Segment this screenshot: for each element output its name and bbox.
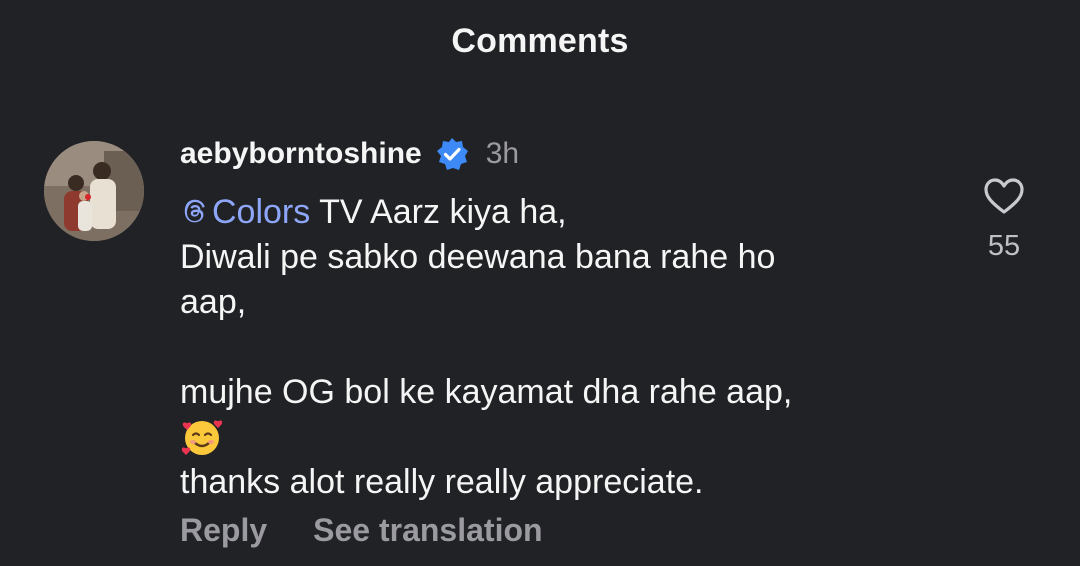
comment-actions: Reply See translation xyxy=(180,512,543,549)
verified-badge-icon xyxy=(436,138,468,170)
smiling-face-with-hearts-icon xyxy=(181,420,223,455)
user-avatar-photo xyxy=(44,141,144,241)
avatar[interactable] xyxy=(44,141,144,241)
comment-line-4: mujhe OG bol ke kayamat dha rahe aap, xyxy=(180,373,793,411)
comment-line-emoji xyxy=(180,415,940,460)
page-title: Comments xyxy=(451,22,629,60)
comment: aebyborntoshine 3h Colors TV Aarz kiya h… xyxy=(180,134,940,505)
see-translation-button[interactable]: See translation xyxy=(313,512,542,549)
like-count: 55 xyxy=(987,230,1021,262)
comment-line-0: TV Aarz kiya ha, xyxy=(310,193,567,231)
mention-link[interactable]: Colors xyxy=(180,193,310,231)
heart-outline-icon xyxy=(984,178,1024,214)
mention-text: Colors xyxy=(212,193,311,231)
comment-line-1: Diwali pe sabko deewana bana rahe ho xyxy=(180,238,776,276)
reply-button[interactable]: Reply xyxy=(180,512,267,549)
comment-header: aebyborntoshine 3h xyxy=(180,134,940,174)
like-button[interactable]: 55 xyxy=(972,176,1036,263)
threads-mention-icon xyxy=(184,199,205,223)
comment-line: Colors TV Aarz kiya ha, xyxy=(180,190,940,235)
username[interactable]: aebyborntoshine xyxy=(180,137,422,171)
comment-text: Colors TV Aarz kiya ha, Diwali pe sabko … xyxy=(180,190,940,505)
comment-line-6: thanks alot really really appreciate. xyxy=(180,463,704,501)
comment-line-3 xyxy=(180,325,940,370)
comment-line-2: aap, xyxy=(180,283,247,321)
timestamp: 3h xyxy=(485,137,520,170)
